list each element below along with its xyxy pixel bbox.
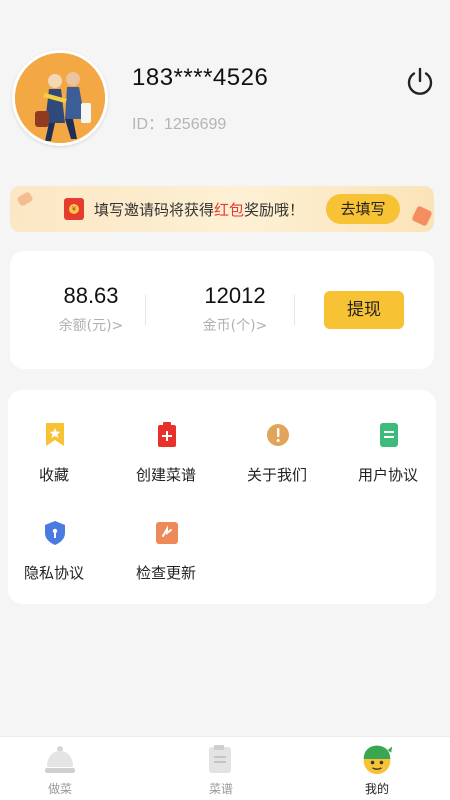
- function-menu: 收藏 创建菜谱 关于我们 用户协议 隐私协议 检查更新: [8, 390, 436, 604]
- invite-banner[interactable]: ¥ 填写邀请码将获得红包奖励哦！ 去填写: [10, 186, 434, 232]
- fill-invite-code-button[interactable]: 去填写: [326, 194, 400, 224]
- confetti-decoration: [16, 191, 34, 207]
- user-phone: 183****4526: [132, 64, 269, 91]
- menu-item-privacy-policy[interactable]: 隐私协议: [4, 520, 104, 600]
- avatar[interactable]: [12, 50, 108, 146]
- info-icon: [267, 424, 289, 446]
- menu-label: 创建菜谱: [135, 466, 196, 484]
- wallet-card: 88.63 余额(元)> 12012 金币(个)> 提现: [10, 251, 434, 369]
- menu-item-user-agreement[interactable]: 用户协议: [338, 422, 438, 502]
- menu-item-check-update[interactable]: 检查更新: [116, 520, 216, 600]
- balance-label: 余额(元)>: [58, 318, 124, 334]
- tab-label: 我的: [364, 782, 389, 796]
- stat-divider: [294, 295, 295, 325]
- invite-highlight: 红包: [214, 201, 245, 219]
- balance-stat[interactable]: 88.63 余额(元)>: [32, 283, 150, 335]
- recipe-book-icon: [209, 745, 231, 773]
- shield-icon: [45, 521, 65, 545]
- user-id: ID：1256699: [132, 116, 227, 133]
- menu-item-about-us[interactable]: 关于我们: [227, 422, 327, 502]
- red-packet-icon: ¥: [64, 198, 84, 220]
- tab-recipes[interactable]: 菜谱: [146, 737, 296, 800]
- stat-divider: [145, 295, 146, 325]
- menu-item-favorites[interactable]: 收藏: [4, 422, 104, 502]
- coins-stat[interactable]: 12012 金币(个)>: [176, 283, 294, 335]
- update-icon: [156, 522, 178, 544]
- invite-text: 填写邀请码将获得红包奖励哦！: [94, 201, 305, 219]
- power-icon: [407, 67, 433, 95]
- bookmark-icon: [46, 423, 64, 446]
- add-recipe-icon: [158, 422, 176, 447]
- coins-label: 金币(个)>: [202, 318, 268, 334]
- tab-mine[interactable]: 我的: [302, 737, 450, 800]
- withdraw-button[interactable]: 提现: [324, 291, 404, 329]
- menu-item-create-recipe[interactable]: 创建菜谱: [116, 422, 216, 502]
- menu-label: 隐私协议: [23, 564, 84, 582]
- coins-value: 12012: [204, 283, 266, 308]
- confetti-decoration: [411, 205, 433, 227]
- tab-label: 做菜: [47, 782, 72, 796]
- bottom-tab-bar: 做菜 菜谱 我的: [0, 736, 450, 800]
- document-icon: [380, 423, 398, 447]
- menu-label: 关于我们: [246, 466, 307, 484]
- cloche-icon: [45, 746, 75, 773]
- logout-button[interactable]: [404, 66, 436, 98]
- menu-label: 检查更新: [135, 564, 196, 582]
- menu-label: 用户协议: [357, 466, 418, 484]
- profile-mascot-icon: [363, 745, 393, 775]
- profile-header: 183****4526 ID：1256699: [0, 0, 450, 175]
- tab-cook[interactable]: 做菜: [0, 737, 135, 800]
- menu-label: 收藏: [38, 466, 69, 484]
- tab-label: 菜谱: [208, 782, 233, 796]
- balance-value: 88.63: [63, 283, 119, 308]
